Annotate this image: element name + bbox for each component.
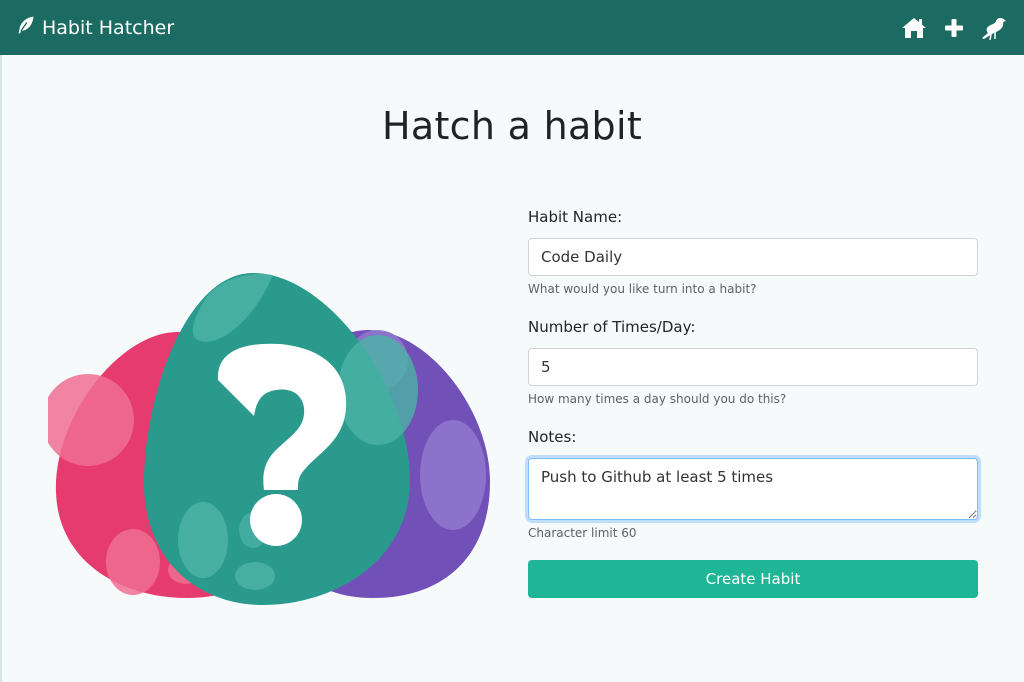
notes-textarea[interactable]: Push to Github at least 5 times	[528, 458, 978, 520]
times-per-day-input[interactable]	[528, 348, 978, 386]
times-per-day-label: Number of Times/Day:	[528, 318, 696, 336]
habit-name-label: Habit Name:	[528, 208, 623, 226]
brand-link[interactable]: Habit Hatcher	[16, 15, 174, 40]
notes-help: Character limit 60	[528, 526, 637, 540]
crow-icon[interactable]	[980, 14, 1008, 42]
habit-name-input[interactable]	[528, 238, 978, 276]
brand-name: Habit Hatcher	[42, 16, 175, 39]
page-edge	[0, 55, 2, 682]
top-navbar: Habit Hatcher	[0, 0, 1024, 55]
feather-icon	[16, 15, 42, 40]
times-per-day-help: How many times a day should you do this?	[528, 392, 787, 406]
habit-name-group: Habit Name: What would you like turn int…	[528, 208, 978, 296]
teal-egg	[143, 273, 418, 605]
notes-group: Notes: Push to Github at least 5 times C…	[528, 428, 978, 540]
nav-icon-group	[900, 14, 1008, 42]
create-habit-form: Habit Name: What would you like turn int…	[528, 208, 978, 598]
plus-icon[interactable]	[940, 14, 968, 42]
notes-label: Notes:	[528, 428, 577, 446]
create-habit-button[interactable]: Create Habit	[528, 560, 978, 598]
habit-name-help: What would you like turn into a habit?	[528, 282, 757, 296]
times-per-day-group: Number of Times/Day: How many times a da…	[528, 318, 978, 406]
home-icon[interactable]	[900, 14, 928, 42]
mystery-eggs-illustration	[42, 270, 498, 610]
page-title: Hatch a habit	[381, 104, 643, 148]
